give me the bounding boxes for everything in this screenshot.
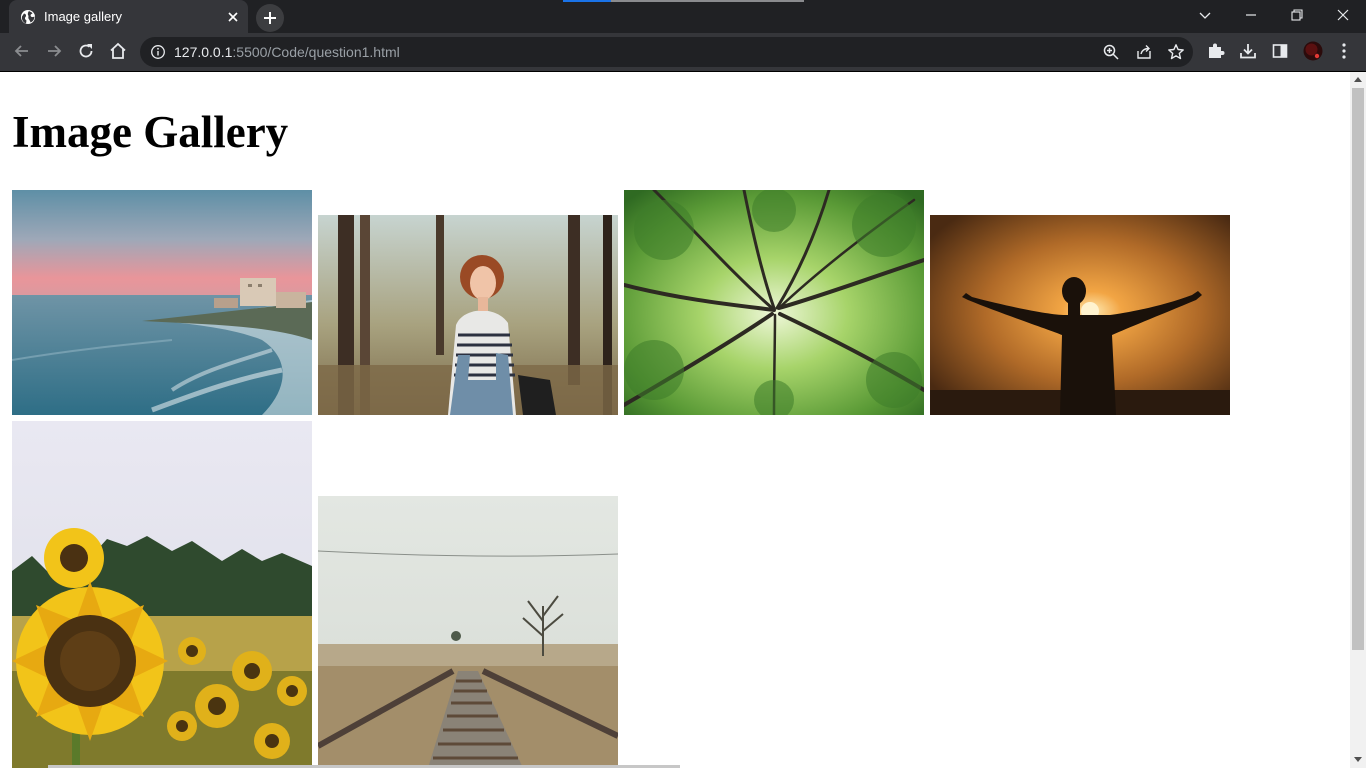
silhouette-sunrise-photo bbox=[930, 215, 1230, 415]
minimize-icon bbox=[1246, 14, 1256, 16]
gallery-image-coast bbox=[12, 190, 312, 415]
url-host: 127.0.0.1 bbox=[174, 44, 233, 60]
restore-icon bbox=[1291, 9, 1303, 21]
back-arrow-icon[interactable] bbox=[12, 41, 32, 61]
gallery-image-railway bbox=[318, 496, 618, 768]
close-window-button[interactable] bbox=[1320, 0, 1366, 31]
tab-strip-indicator bbox=[563, 0, 804, 2]
reload-icon[interactable] bbox=[76, 41, 96, 61]
plus-icon bbox=[264, 12, 276, 24]
gallery-image-silhouette bbox=[930, 215, 1230, 415]
close-tab-icon[interactable] bbox=[225, 9, 241, 25]
close-icon bbox=[1337, 9, 1349, 21]
tab-title: Image gallery bbox=[44, 9, 123, 24]
gallery-image-sunflowers bbox=[12, 421, 312, 768]
page-viewport: Image Gallery bbox=[0, 72, 1350, 768]
globe-icon bbox=[21, 10, 35, 24]
vertical-scrollbar[interactable] bbox=[1350, 72, 1366, 768]
zoom-icon[interactable] bbox=[1102, 43, 1120, 61]
site-info-icon[interactable] bbox=[150, 44, 166, 60]
chevron-down-icon bbox=[1199, 12, 1211, 19]
new-tab-button[interactable] bbox=[256, 4, 284, 32]
browser-tab-active[interactable]: Image gallery bbox=[9, 0, 248, 33]
home-icon[interactable] bbox=[108, 41, 128, 61]
url-text[interactable]: 127.0.0.1:5500/Code/question1.html bbox=[174, 44, 400, 60]
address-bar[interactable]: 127.0.0.1:5500/Code/question1.html bbox=[140, 37, 1193, 67]
url-path: :5500/Code/question1.html bbox=[232, 44, 400, 60]
browser-title-bar: Image gallery bbox=[0, 0, 1366, 33]
browser-toolbar: 127.0.0.1:5500/Code/question1.html bbox=[0, 33, 1366, 72]
tab-search-button[interactable] bbox=[1182, 0, 1228, 31]
railway-tracks-photo bbox=[318, 496, 618, 768]
menu-kebab-icon[interactable] bbox=[1334, 41, 1354, 61]
download-icon[interactable] bbox=[1238, 41, 1258, 61]
scrollbar-thumb[interactable] bbox=[1352, 88, 1364, 650]
side-panel-icon[interactable] bbox=[1270, 41, 1290, 61]
profile-avatar-icon[interactable] bbox=[1303, 41, 1323, 61]
sunflower-field-photo bbox=[12, 421, 312, 768]
woman-in-forest-photo bbox=[318, 215, 618, 415]
page-title: Image Gallery bbox=[12, 107, 289, 157]
extensions-puzzle-icon[interactable] bbox=[1206, 41, 1226, 61]
sunset-coast-photo bbox=[12, 190, 312, 415]
scroll-up-arrow-icon[interactable] bbox=[1354, 77, 1362, 82]
gallery-image-woman bbox=[318, 215, 618, 415]
gallery-image-canopy bbox=[624, 190, 924, 415]
minimize-button[interactable] bbox=[1228, 0, 1274, 31]
scroll-down-arrow-icon[interactable] bbox=[1354, 757, 1362, 762]
bookmark-star-icon[interactable] bbox=[1167, 43, 1185, 61]
tree-canopy-photo bbox=[624, 190, 924, 415]
tab-strip-indicator-accent bbox=[563, 0, 611, 2]
share-icon[interactable] bbox=[1135, 43, 1153, 61]
restore-button[interactable] bbox=[1274, 0, 1320, 31]
forward-arrow-icon[interactable] bbox=[44, 41, 64, 61]
